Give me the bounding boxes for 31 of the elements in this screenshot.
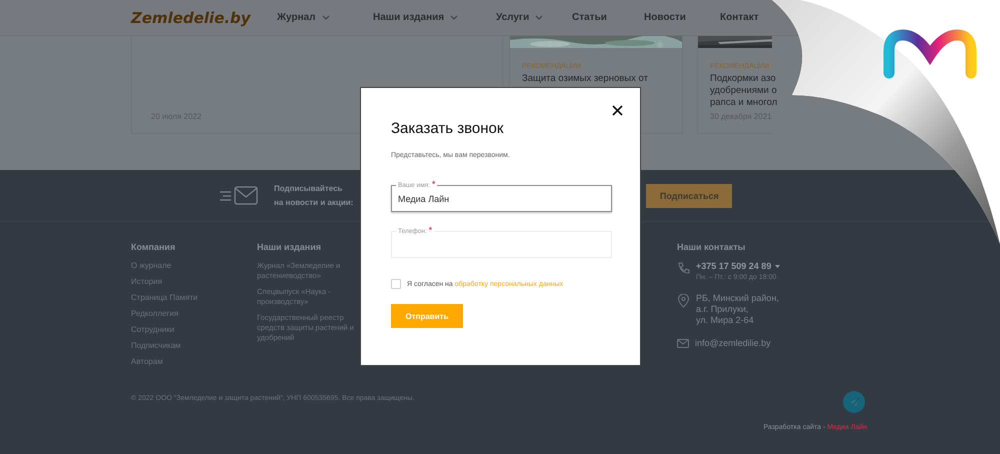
- logo-icon: [883, 29, 977, 79]
- nav-link[interactable]: Наши издания: [373, 12, 496, 23]
- subscribe-button[interactable]: Подписаться: [646, 184, 732, 208]
- paper-plane-icon: [848, 396, 860, 408]
- location-pin-icon: [677, 294, 690, 308]
- telegram-button[interactable]: [843, 391, 865, 413]
- caret-icon: [535, 15, 544, 20]
- caret-icon: [322, 15, 330, 20]
- card-title: Защита озимых зерновых от: [522, 73, 648, 85]
- nav-link[interactable]: Услуги: [496, 12, 572, 23]
- site-logo[interactable]: Zemledelie.by: [131, 8, 277, 26]
- modal-title: Заказать звонок: [391, 120, 504, 137]
- caret-icon: [775, 264, 780, 268]
- subscribe-text: Подписывайтесь на новости и акции:: [274, 182, 354, 209]
- address-text: РБ, Минский район, а.г. Прилуки, ул. Мира 2-64: [696, 293, 779, 326]
- nav-link[interactable]: Новости: [644, 12, 720, 23]
- nav-link[interactable]: Статьи: [572, 12, 644, 23]
- column-heading: Наши издания: [257, 242, 322, 252]
- nav-link[interactable]: Журнал: [277, 12, 373, 23]
- submit-button[interactable]: Отправить: [391, 304, 463, 328]
- nav-link[interactable]: Контакт: [720, 12, 759, 23]
- envelope-icon: [677, 339, 689, 348]
- phone-icon: [677, 262, 690, 275]
- checkbox[interactable]: [391, 279, 401, 289]
- column-heading: Компания: [131, 242, 176, 252]
- envelope-icon: [219, 186, 258, 205]
- email-link[interactable]: info@zemledilie.by: [695, 338, 771, 348]
- caret-icon: [450, 15, 458, 20]
- phone-number[interactable]: +375 17 509 24 89: [696, 261, 772, 271]
- column-heading: Наши контакты: [677, 242, 746, 252]
- close-icon[interactable]: [612, 105, 623, 116]
